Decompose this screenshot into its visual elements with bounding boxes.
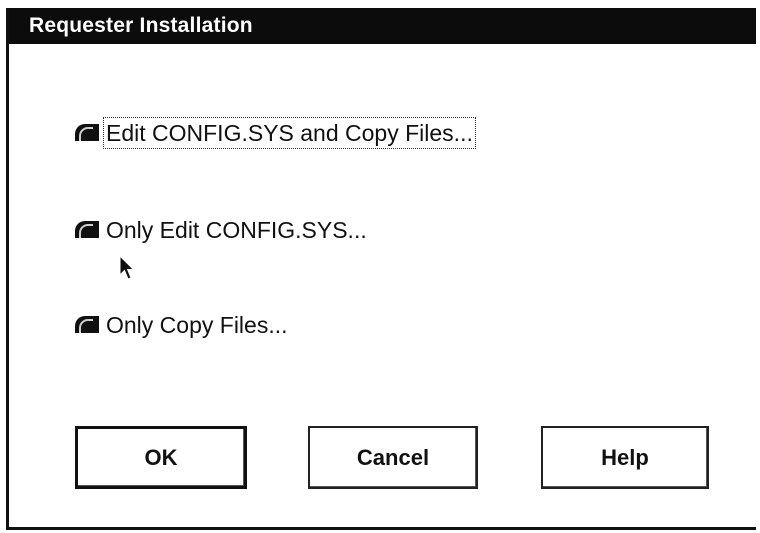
- window-title: Requester Installation: [29, 14, 253, 37]
- title-bar[interactable]: Requester Installation: [9, 8, 756, 44]
- push-button-icon: [75, 124, 99, 141]
- requester-installation-dialog: Requester Installation Edit CONFIG.SYS a…: [6, 8, 756, 530]
- mouse-pointer-icon: [119, 255, 135, 280]
- push-button-icon: [75, 221, 99, 238]
- option-label-only-edit-config: Only Edit CONFIG.SYS...: [106, 217, 367, 243]
- cancel-button[interactable]: Cancel: [308, 426, 478, 489]
- ok-button[interactable]: OK: [75, 426, 247, 489]
- push-button-icon: [75, 316, 99, 333]
- option-label-only-copy-files: Only Copy Files...: [106, 312, 288, 338]
- help-button[interactable]: Help: [541, 426, 709, 489]
- option-label-edit-config-and-copy-files: Edit CONFIG.SYS and Copy Files...: [103, 117, 476, 149]
